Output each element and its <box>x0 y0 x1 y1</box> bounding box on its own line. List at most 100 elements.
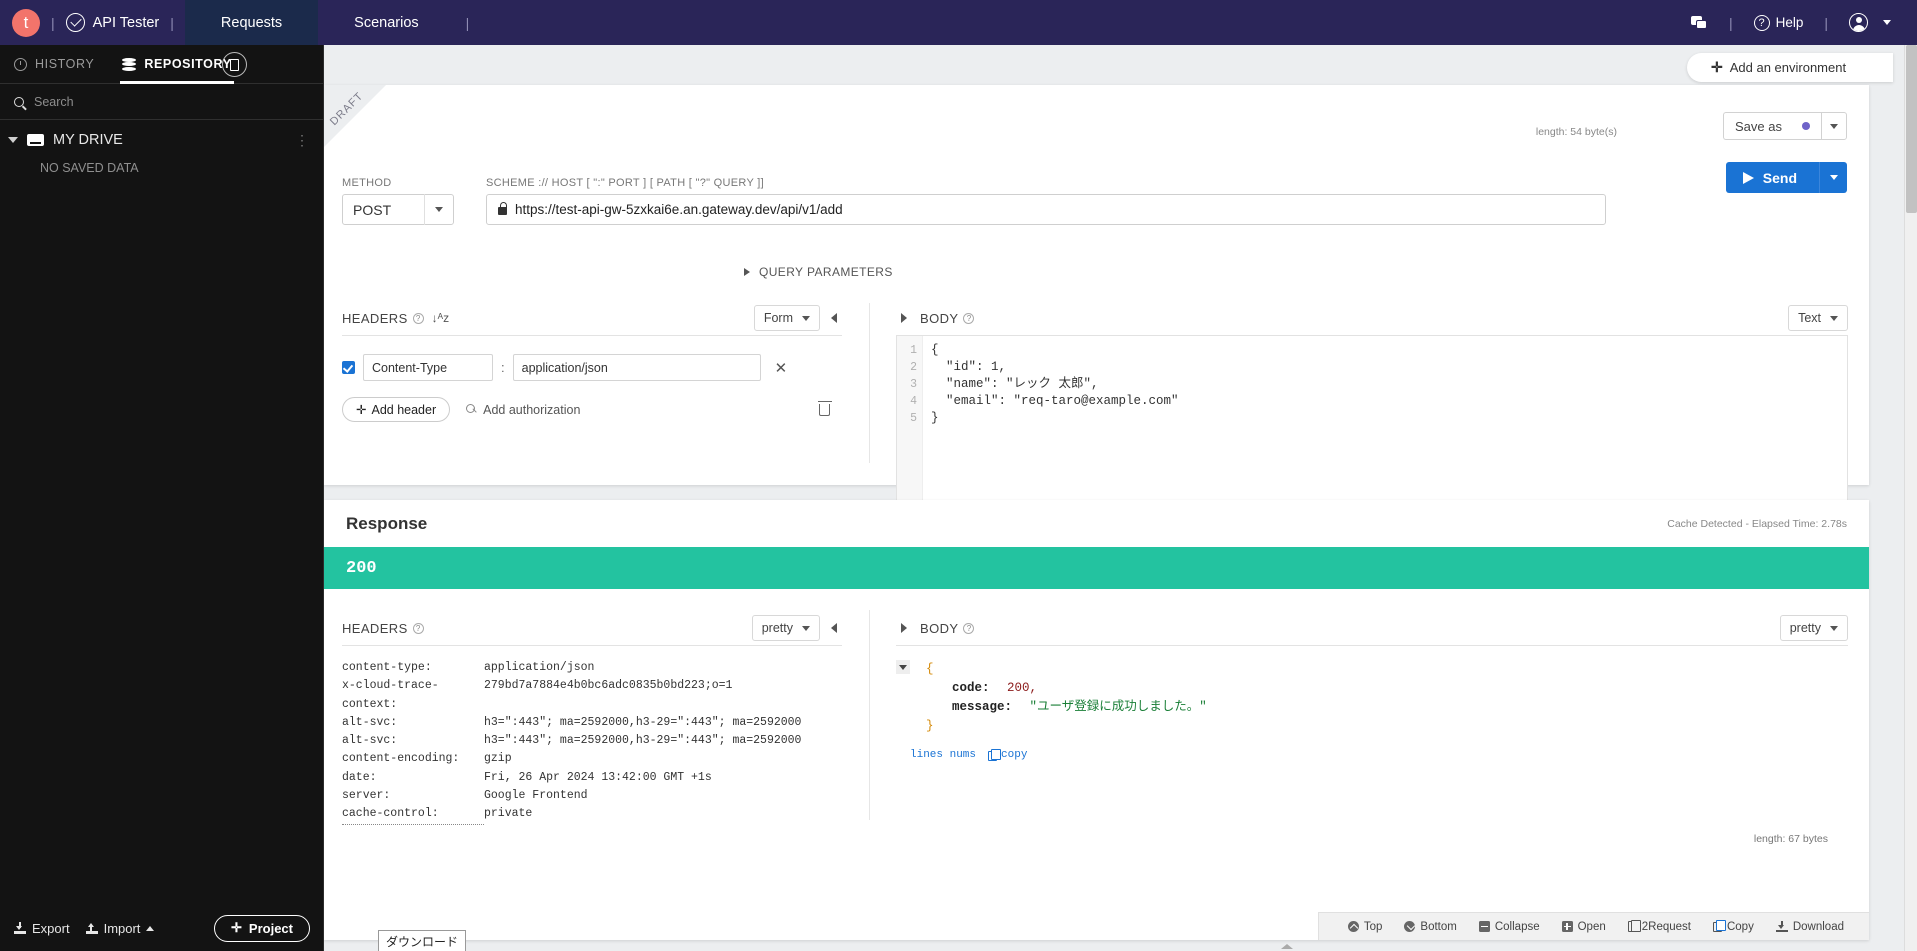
sidebar-item-my-drive[interactable]: MY DRIVE ⋮ <box>0 120 323 156</box>
help-button[interactable]: ? Help <box>1744 14 1814 31</box>
main-scrollbar[interactable] <box>1904 45 1917 951</box>
response-body-length: length: 67 bytes <box>1753 833 1828 845</box>
header-enabled-checkbox[interactable] <box>342 361 355 374</box>
method-select[interactable]: POST <box>342 194 454 225</box>
open-label: Open <box>1577 920 1606 933</box>
expand-response-body-button[interactable] <box>896 623 912 633</box>
search-input[interactable]: Search <box>34 95 74 109</box>
new-project-button[interactable]: ✛ Project <box>214 914 310 942</box>
header-key: server: <box>342 789 391 803</box>
response-headers-table: content-type: application/json x-cloud-t… <box>342 659 842 825</box>
scroll-bottom-button[interactable]: Bottom <box>1393 921 1467 933</box>
sidebar-tab-history[interactable]: HISTORY <box>0 45 108 84</box>
header-value: Google Frontend <box>484 789 588 803</box>
chat-icon <box>1690 15 1708 30</box>
more-options-icon[interactable]: ⋮ <box>295 133 309 147</box>
header-key: content-type: <box>342 661 432 674</box>
chevron-down-icon <box>802 625 810 631</box>
plus-icon: ✛ <box>231 920 242 935</box>
query-parameters-label: QUERY PARAMETERS <box>759 265 893 279</box>
open-button[interactable]: Open <box>1551 921 1617 933</box>
sort-alpha-icon[interactable]: ↓ᴬz <box>432 311 449 325</box>
copy-response-button[interactable]: Copy <box>1702 919 1765 933</box>
url-input[interactable]: https://test-api-gw-5zxkai6e.an.gateway.… <box>486 194 1606 225</box>
sidebar-search-row[interactable]: Search <box>0 84 323 120</box>
save-as-button[interactable]: Save as <box>1723 112 1821 140</box>
response-body-mode-select[interactable]: pretty <box>1779 615 1848 641</box>
arrow-up-circle-icon <box>1347 921 1359 932</box>
headers-mode-select[interactable]: Form <box>753 305 820 331</box>
collapse-button[interactable]: Collapse <box>1468 921 1551 933</box>
table-row: alt-svc: h3=":443"; ma=2592000,h3-29=":4… <box>342 714 842 732</box>
chevron-down-icon <box>1883 20 1891 25</box>
sidebar-footer: Export Import ✛ Project <box>0 905 324 951</box>
document-icon <box>230 58 239 71</box>
header-key-input[interactable]: Content-Type <box>363 354 493 381</box>
tab-requests[interactable]: Requests <box>184 0 319 45</box>
fold-toggle-icon[interactable] <box>896 660 910 674</box>
send-dropdown-button[interactable] <box>1819 162 1847 193</box>
save-as-dropdown-button[interactable] <box>1821 112 1847 140</box>
add-environment-button[interactable]: ✛ Add an environment <box>1687 53 1893 82</box>
app-logo-icon[interactable]: t <box>12 8 40 37</box>
collapse-icon <box>1478 921 1490 932</box>
triangle-left-icon <box>831 313 837 323</box>
triangle-left-icon <box>831 623 837 633</box>
help-circle-icon[interactable]: ? <box>412 312 424 324</box>
add-authorization-button[interactable]: Add authorization <box>466 403 580 417</box>
new-document-button[interactable] <box>222 52 247 77</box>
download-response-button[interactable]: Download <box>1765 921 1855 933</box>
collapse-response-headers-button[interactable] <box>826 623 842 633</box>
account-menu-button[interactable] <box>1839 13 1901 32</box>
import-button[interactable]: Import <box>85 921 155 936</box>
brand-link[interactable]: API Tester <box>65 13 159 32</box>
main-content: ✛ Add an environment DRAFT Save as METHO… <box>324 45 1917 951</box>
help-circle-icon[interactable]: ? <box>963 312 975 324</box>
help-circle-icon[interactable]: ? <box>412 622 424 634</box>
query-parameters-toggle[interactable]: QUERY PARAMETERS <box>744 265 893 279</box>
collapse-headers-left-button[interactable] <box>826 313 842 323</box>
scrollbar-thumb[interactable] <box>1906 45 1917 213</box>
response-body-panel: BODY ? pretty { code: 200, message: "ユーザ… <box>896 613 1848 845</box>
expand-body-right-button[interactable] <box>896 313 912 323</box>
download-label: Download <box>1792 920 1844 933</box>
response-headers-mode-select[interactable]: pretty <box>751 615 820 641</box>
response-body-header: BODY ? pretty <box>896 613 1848 643</box>
table-row: content-encoding: gzip <box>342 750 842 768</box>
body-mode-value: Text <box>1798 311 1821 325</box>
scroll-top-button[interactable]: Top <box>1337 921 1394 933</box>
top-label: Top <box>1363 920 1383 933</box>
help-circle-icon[interactable]: ? <box>963 622 975 634</box>
send-button[interactable]: Send <box>1725 162 1819 193</box>
trash-icon[interactable] <box>817 400 832 416</box>
to-request-button[interactable]: 2Request <box>1617 919 1702 933</box>
draft-label: DRAFT <box>327 90 366 128</box>
send-plane-icon <box>1742 171 1754 184</box>
remove-header-icon[interactable]: ✕ <box>775 359 788 377</box>
lines-nums-button[interactable]: lines nums <box>910 746 976 765</box>
chevron-down-icon <box>8 137 18 143</box>
request-headers-title: HEADERS <box>342 310 408 326</box>
clock-icon <box>14 57 27 71</box>
tab-scenarios[interactable]: Scenarios <box>318 0 454 45</box>
body-mode-select[interactable]: Text <box>1788 305 1848 331</box>
triangle-right-icon <box>901 623 907 633</box>
copy-label: copy <box>1001 749 1028 761</box>
copy-label: Copy <box>1726 920 1754 933</box>
separator: | <box>465 14 470 31</box>
url-value: https://test-api-gw-5zxkai6e.an.gateway.… <box>515 202 843 217</box>
scroll-down-chevron-icon[interactable] <box>1280 944 1293 949</box>
header-value: Fri, 26 Apr 2024 13:42:00 GMT +1s <box>484 770 712 784</box>
chevron-down-icon <box>1830 123 1838 129</box>
header-value-input[interactable]: application/json <box>512 354 761 381</box>
add-header-button[interactable]: ✛ Add header <box>342 397 451 422</box>
json-field: code: 200, <box>926 679 1848 698</box>
search-icon <box>14 96 24 107</box>
header-value: h3=":443"; ma=2592000,h3-29=":443"; ma=2… <box>484 734 802 748</box>
response-toolbar: Top Bottom Collapse Open 2Request Copy D… <box>1317 912 1869 940</box>
account-avatar-icon <box>1849 13 1868 32</box>
chat-button[interactable] <box>1681 15 1718 30</box>
export-button[interactable]: Export <box>14 921 70 936</box>
status-code: 200 <box>346 558 377 578</box>
copy-button[interactable]: copy <box>988 746 1027 765</box>
